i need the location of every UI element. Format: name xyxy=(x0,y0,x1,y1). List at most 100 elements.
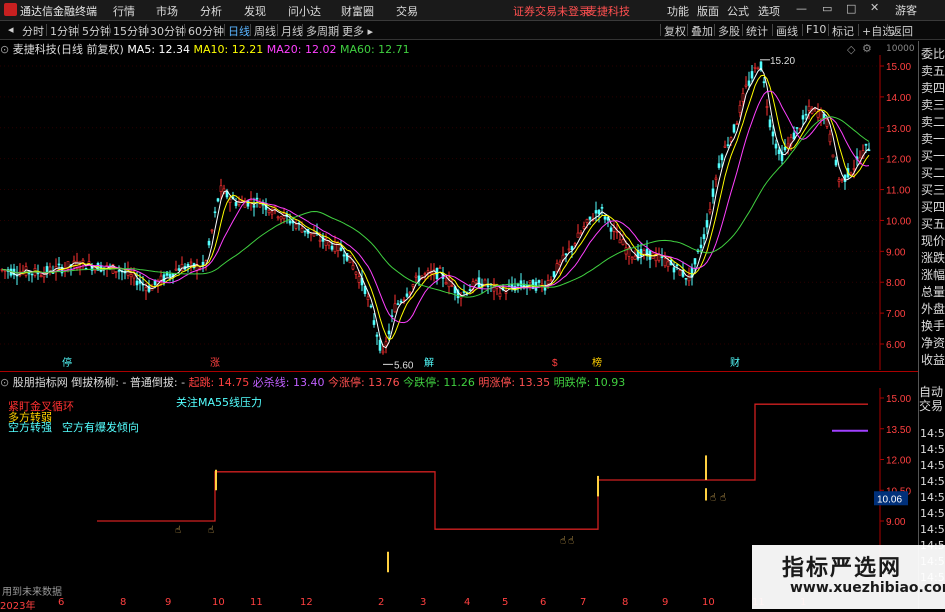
menu-xuanxiang[interactable]: 选项 xyxy=(758,3,780,19)
menu-hangqing[interactable]: 行情 xyxy=(113,3,135,19)
auto-trade-button[interactable]: 自动交易 xyxy=(919,385,945,413)
candle-body xyxy=(831,154,835,158)
candle-body xyxy=(372,320,376,325)
candle-body xyxy=(558,261,562,266)
maximize-icon[interactable]: □ xyxy=(846,2,856,15)
ma20-label: MA20: 12.02 xyxy=(266,43,337,56)
period-6[interactable]: 日线 xyxy=(228,23,250,39)
candle-body xyxy=(114,271,118,273)
candle-body xyxy=(711,188,715,197)
main-collapse-icon[interactable]: ⊙ xyxy=(0,43,13,56)
menu-faxian[interactable]: 发现 xyxy=(244,3,266,19)
menu-banmian[interactable]: 版面 xyxy=(697,3,719,19)
menu-wenxiaoda[interactable]: 问小达 xyxy=(288,3,321,19)
trade-time: 14:56 xyxy=(920,475,945,488)
candle-body xyxy=(624,247,628,255)
tool-0[interactable]: 复权 xyxy=(664,23,686,39)
hand-icon: ☝ xyxy=(560,535,566,546)
restore-icon[interactable]: ▭ xyxy=(822,2,832,15)
menu-fenxi[interactable]: 分析 xyxy=(200,3,222,19)
period-1[interactable]: 1分钟 xyxy=(50,23,79,39)
current-value-label: 10.06 xyxy=(877,494,902,505)
tool-separator xyxy=(858,24,859,36)
guest-label[interactable]: 游客 xyxy=(895,2,917,18)
quote-side-panel: 委比 卖五 卖四 卖三 卖二 卖一 买一 买二 买三 买四 买五 现价 涨跌 涨幅 总量 外盘 换手 净资 收益 14… xyxy=(918,41,945,609)
candle-body xyxy=(519,280,523,287)
period-2[interactable]: 5分钟 xyxy=(82,23,111,39)
menu-gongshi[interactable]: 公式 xyxy=(727,3,749,19)
menu-gongneng[interactable]: 功能 xyxy=(667,3,689,19)
candle-body xyxy=(837,179,841,182)
candle-body xyxy=(486,285,490,288)
candle-body xyxy=(753,66,757,69)
candle-body xyxy=(819,109,823,120)
candle-body xyxy=(702,234,706,240)
candle-body xyxy=(864,143,868,146)
menu-jiaoyi[interactable]: 交易 xyxy=(396,3,418,19)
candle-body xyxy=(801,115,805,120)
ind-tick-label: 15.00 xyxy=(886,394,911,405)
tool-3[interactable]: 统计 xyxy=(746,23,768,39)
date-tick: 12 xyxy=(300,597,313,608)
period-5[interactable]: 60分钟 xyxy=(188,23,224,39)
candle-body xyxy=(117,270,121,272)
date-tick: 10 xyxy=(702,597,715,608)
candlestick-chart[interactable]: 15.00 14.00 13.00 12.00 11.00 10.00 9.00 8.00 7.… xyxy=(0,55,918,370)
candle-body xyxy=(216,198,220,202)
candle-body xyxy=(609,227,613,232)
quote-field: 卖四 xyxy=(921,81,945,95)
period-7[interactable]: 周线 xyxy=(254,23,276,39)
period-0[interactable]: 分时 xyxy=(22,23,44,39)
candle-body xyxy=(135,280,139,286)
candle-body xyxy=(552,271,556,277)
candle-body xyxy=(351,265,355,270)
candle-body xyxy=(642,250,646,255)
minimize-icon[interactable]: — xyxy=(796,2,807,15)
tool-5[interactable]: F10 xyxy=(806,23,826,36)
candle-body xyxy=(705,220,709,228)
tool-6[interactable]: 标记 xyxy=(832,23,854,39)
candle-body xyxy=(468,289,472,292)
tool-8[interactable]: 返回 xyxy=(891,23,913,39)
diamond-icon[interactable]: ◇ xyxy=(847,43,855,56)
period-10[interactable]: 更多 ▸ xyxy=(342,23,373,39)
period-8[interactable]: 月线 xyxy=(281,23,303,39)
candle-body xyxy=(852,168,856,170)
candle-body xyxy=(189,261,193,264)
stock-name-link[interactable]: 麦捷科技 xyxy=(586,3,630,19)
candle-body xyxy=(720,154,724,161)
event-tag: 财 xyxy=(730,356,740,369)
candle-body xyxy=(234,202,238,206)
candle-body xyxy=(582,226,586,229)
date-tick: 8 xyxy=(622,597,629,608)
candle-body xyxy=(678,270,682,276)
tool-1[interactable]: 叠加 xyxy=(691,23,713,39)
login-status[interactable]: 证券交易未登录 xyxy=(513,3,590,19)
period-9[interactable]: 多周期 xyxy=(306,23,339,39)
high-marker-label: 15.20 xyxy=(770,56,795,67)
candle-body xyxy=(39,275,43,278)
low-marker-label: 5.60 xyxy=(394,360,414,370)
menu-caifuquan[interactable]: 财富圈 xyxy=(341,3,374,19)
tool-separator xyxy=(772,24,773,36)
hand-icon: ☝ xyxy=(568,535,574,546)
date-tick: 5 xyxy=(502,597,509,608)
candle-body xyxy=(657,254,661,261)
period-scroll-left-icon[interactable]: ◂ xyxy=(8,23,14,36)
candle-body xyxy=(168,273,172,277)
candle-body xyxy=(630,257,634,260)
period-3[interactable]: 15分钟 xyxy=(113,23,149,39)
menu-shichang[interactable]: 市场 xyxy=(156,3,178,19)
period-4[interactable]: 30分钟 xyxy=(150,23,186,39)
tool-2[interactable]: 多股 xyxy=(718,23,740,39)
tool-7[interactable]: +自选 xyxy=(862,23,893,39)
tool-4[interactable]: 画线 xyxy=(776,23,798,39)
date-tick: 7 xyxy=(580,597,587,608)
candle-body xyxy=(474,280,478,284)
ind-collapse-icon[interactable]: ⊙ xyxy=(0,376,13,389)
right-panel-num: 10000 xyxy=(886,44,915,54)
close-icon[interactable]: ✕ xyxy=(870,1,879,14)
candle-body xyxy=(693,258,697,265)
candle-body xyxy=(537,280,541,283)
settings-icon[interactable]: ⚙ xyxy=(862,42,872,55)
